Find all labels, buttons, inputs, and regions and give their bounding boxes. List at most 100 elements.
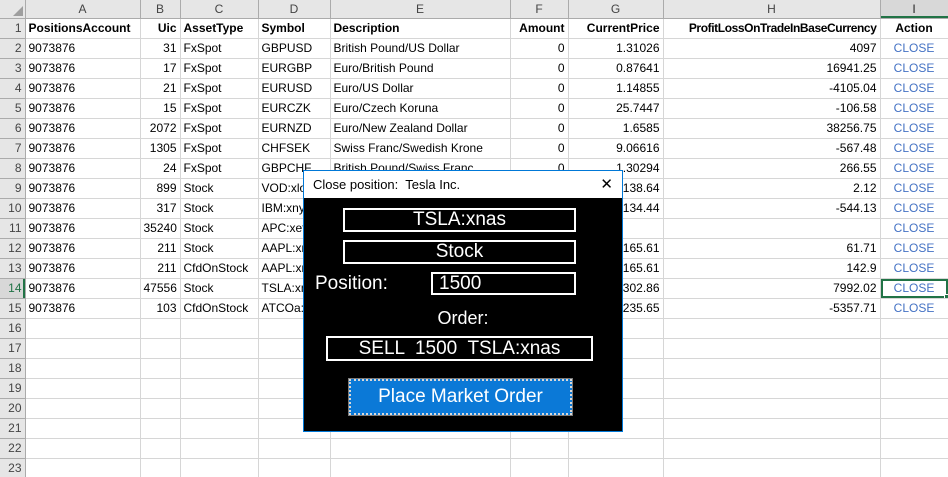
cell-A10[interactable]: 9073876: [25, 198, 140, 218]
cell-E5[interactable]: Euro/Czech Koruna: [330, 98, 510, 118]
cell-B18[interactable]: [140, 358, 180, 378]
cell-C4[interactable]: FxSpot: [180, 78, 258, 98]
cell-D2[interactable]: GBPUSD: [258, 38, 330, 58]
column-header-I[interactable]: I: [880, 0, 948, 18]
cell-B8[interactable]: 24: [140, 158, 180, 178]
cell-H14[interactable]: 7992.02: [663, 278, 880, 298]
cell-D22[interactable]: [258, 438, 330, 458]
cell-C10[interactable]: Stock: [180, 198, 258, 218]
cell-B15[interactable]: 103: [140, 298, 180, 318]
cell-I1[interactable]: Action: [880, 18, 948, 38]
cell-A17[interactable]: [25, 338, 140, 358]
cell-C3[interactable]: FxSpot: [180, 58, 258, 78]
cell-A4[interactable]: 9073876: [25, 78, 140, 98]
cell-B20[interactable]: [140, 398, 180, 418]
cell-H15[interactable]: -5357.71: [663, 298, 880, 318]
cell-I23[interactable]: [880, 458, 948, 477]
cell-G1[interactable]: CurrentPrice: [568, 18, 663, 38]
column-header-C[interactable]: C: [180, 0, 258, 18]
cell-C19[interactable]: [180, 378, 258, 398]
cell-H20[interactable]: [663, 398, 880, 418]
cell-F23[interactable]: [510, 458, 568, 477]
cell-B12[interactable]: 211: [140, 238, 180, 258]
cell-F6[interactable]: 0: [510, 118, 568, 138]
cell-C17[interactable]: [180, 338, 258, 358]
cell-A1[interactable]: PositionsAccount: [25, 18, 140, 38]
close-icon[interactable]: ✕: [600, 171, 613, 198]
cell-H5[interactable]: -106.58: [663, 98, 880, 118]
cell-B5[interactable]: 15: [140, 98, 180, 118]
cell-C8[interactable]: FxSpot: [180, 158, 258, 178]
cell-G7[interactable]: 9.06616: [568, 138, 663, 158]
cell-B19[interactable]: [140, 378, 180, 398]
cell-E7[interactable]: Swiss Franc/Swedish Krone: [330, 138, 510, 158]
cell-C5[interactable]: FxSpot: [180, 98, 258, 118]
place-market-order-button[interactable]: Place Market Order: [349, 379, 572, 415]
fill-handle[interactable]: [944, 294, 948, 299]
cell-G3[interactable]: 0.87641: [568, 58, 663, 78]
cell-A19[interactable]: [25, 378, 140, 398]
row-header-23[interactable]: 23: [0, 458, 25, 477]
row-header-11[interactable]: 11: [0, 218, 25, 238]
cell-A7[interactable]: 9073876: [25, 138, 140, 158]
cell-I18[interactable]: [880, 358, 948, 378]
cell-G5[interactable]: 25.7447: [568, 98, 663, 118]
cell-C22[interactable]: [180, 438, 258, 458]
cell-H17[interactable]: [663, 338, 880, 358]
row-header-12[interactable]: 12: [0, 238, 25, 258]
row-header-5[interactable]: 5: [0, 98, 25, 118]
cell-F3[interactable]: 0: [510, 58, 568, 78]
cell-D4[interactable]: EURUSD: [258, 78, 330, 98]
cell-A5[interactable]: 9073876: [25, 98, 140, 118]
cell-A14[interactable]: 9073876: [25, 278, 140, 298]
cell-D7[interactable]: CHFSEK: [258, 138, 330, 158]
column-header-H[interactable]: H: [663, 0, 880, 18]
close-link-row-4[interactable]: CLOSE: [880, 78, 948, 98]
cell-H7[interactable]: -567.48: [663, 138, 880, 158]
cell-A6[interactable]: 9073876: [25, 118, 140, 138]
row-header-7[interactable]: 7: [0, 138, 25, 158]
cell-H13[interactable]: 142.9: [663, 258, 880, 278]
cell-H10[interactable]: -544.13: [663, 198, 880, 218]
close-link-row-3[interactable]: CLOSE: [880, 58, 948, 78]
column-header-F[interactable]: F: [510, 0, 568, 18]
cell-A9[interactable]: 9073876: [25, 178, 140, 198]
close-link-row-9[interactable]: CLOSE: [880, 178, 948, 198]
close-link-row-13[interactable]: CLOSE: [880, 258, 948, 278]
cell-G6[interactable]: 1.6585: [568, 118, 663, 138]
cell-B9[interactable]: 899: [140, 178, 180, 198]
cell-E4[interactable]: Euro/US Dollar: [330, 78, 510, 98]
cell-B11[interactable]: 35240: [140, 218, 180, 238]
cell-A21[interactable]: [25, 418, 140, 438]
cell-B23[interactable]: [140, 458, 180, 477]
row-header-16[interactable]: 16: [0, 318, 25, 338]
cell-H1[interactable]: ProfitLossOnTradeInBaseCurrency: [663, 18, 880, 38]
row-header-8[interactable]: 8: [0, 158, 25, 178]
row-header-17[interactable]: 17: [0, 338, 25, 358]
cell-A23[interactable]: [25, 458, 140, 477]
cell-H9[interactable]: 2.12: [663, 178, 880, 198]
position-input[interactable]: 1500: [431, 272, 576, 295]
cell-B22[interactable]: [140, 438, 180, 458]
cell-B1[interactable]: Uic: [140, 18, 180, 38]
cell-B21[interactable]: [140, 418, 180, 438]
column-header-E[interactable]: E: [330, 0, 510, 18]
row-header-20[interactable]: 20: [0, 398, 25, 418]
cell-B7[interactable]: 1305: [140, 138, 180, 158]
column-header-G[interactable]: G: [568, 0, 663, 18]
row-header-2[interactable]: 2: [0, 38, 25, 58]
cell-G23[interactable]: [568, 458, 663, 477]
close-link-row-10[interactable]: CLOSE: [880, 198, 948, 218]
row-header-4[interactable]: 4: [0, 78, 25, 98]
cell-D3[interactable]: EURGBP: [258, 58, 330, 78]
cell-G22[interactable]: [568, 438, 663, 458]
cell-E22[interactable]: [330, 438, 510, 458]
cell-C1[interactable]: AssetType: [180, 18, 258, 38]
cell-F2[interactable]: 0: [510, 38, 568, 58]
cell-C15[interactable]: CfdOnStock: [180, 298, 258, 318]
column-header-A[interactable]: A: [25, 0, 140, 18]
cell-E6[interactable]: Euro/New Zealand Dollar: [330, 118, 510, 138]
cell-C13[interactable]: CfdOnStock: [180, 258, 258, 278]
cell-H4[interactable]: -4105.04: [663, 78, 880, 98]
close-link-row-7[interactable]: CLOSE: [880, 138, 948, 158]
